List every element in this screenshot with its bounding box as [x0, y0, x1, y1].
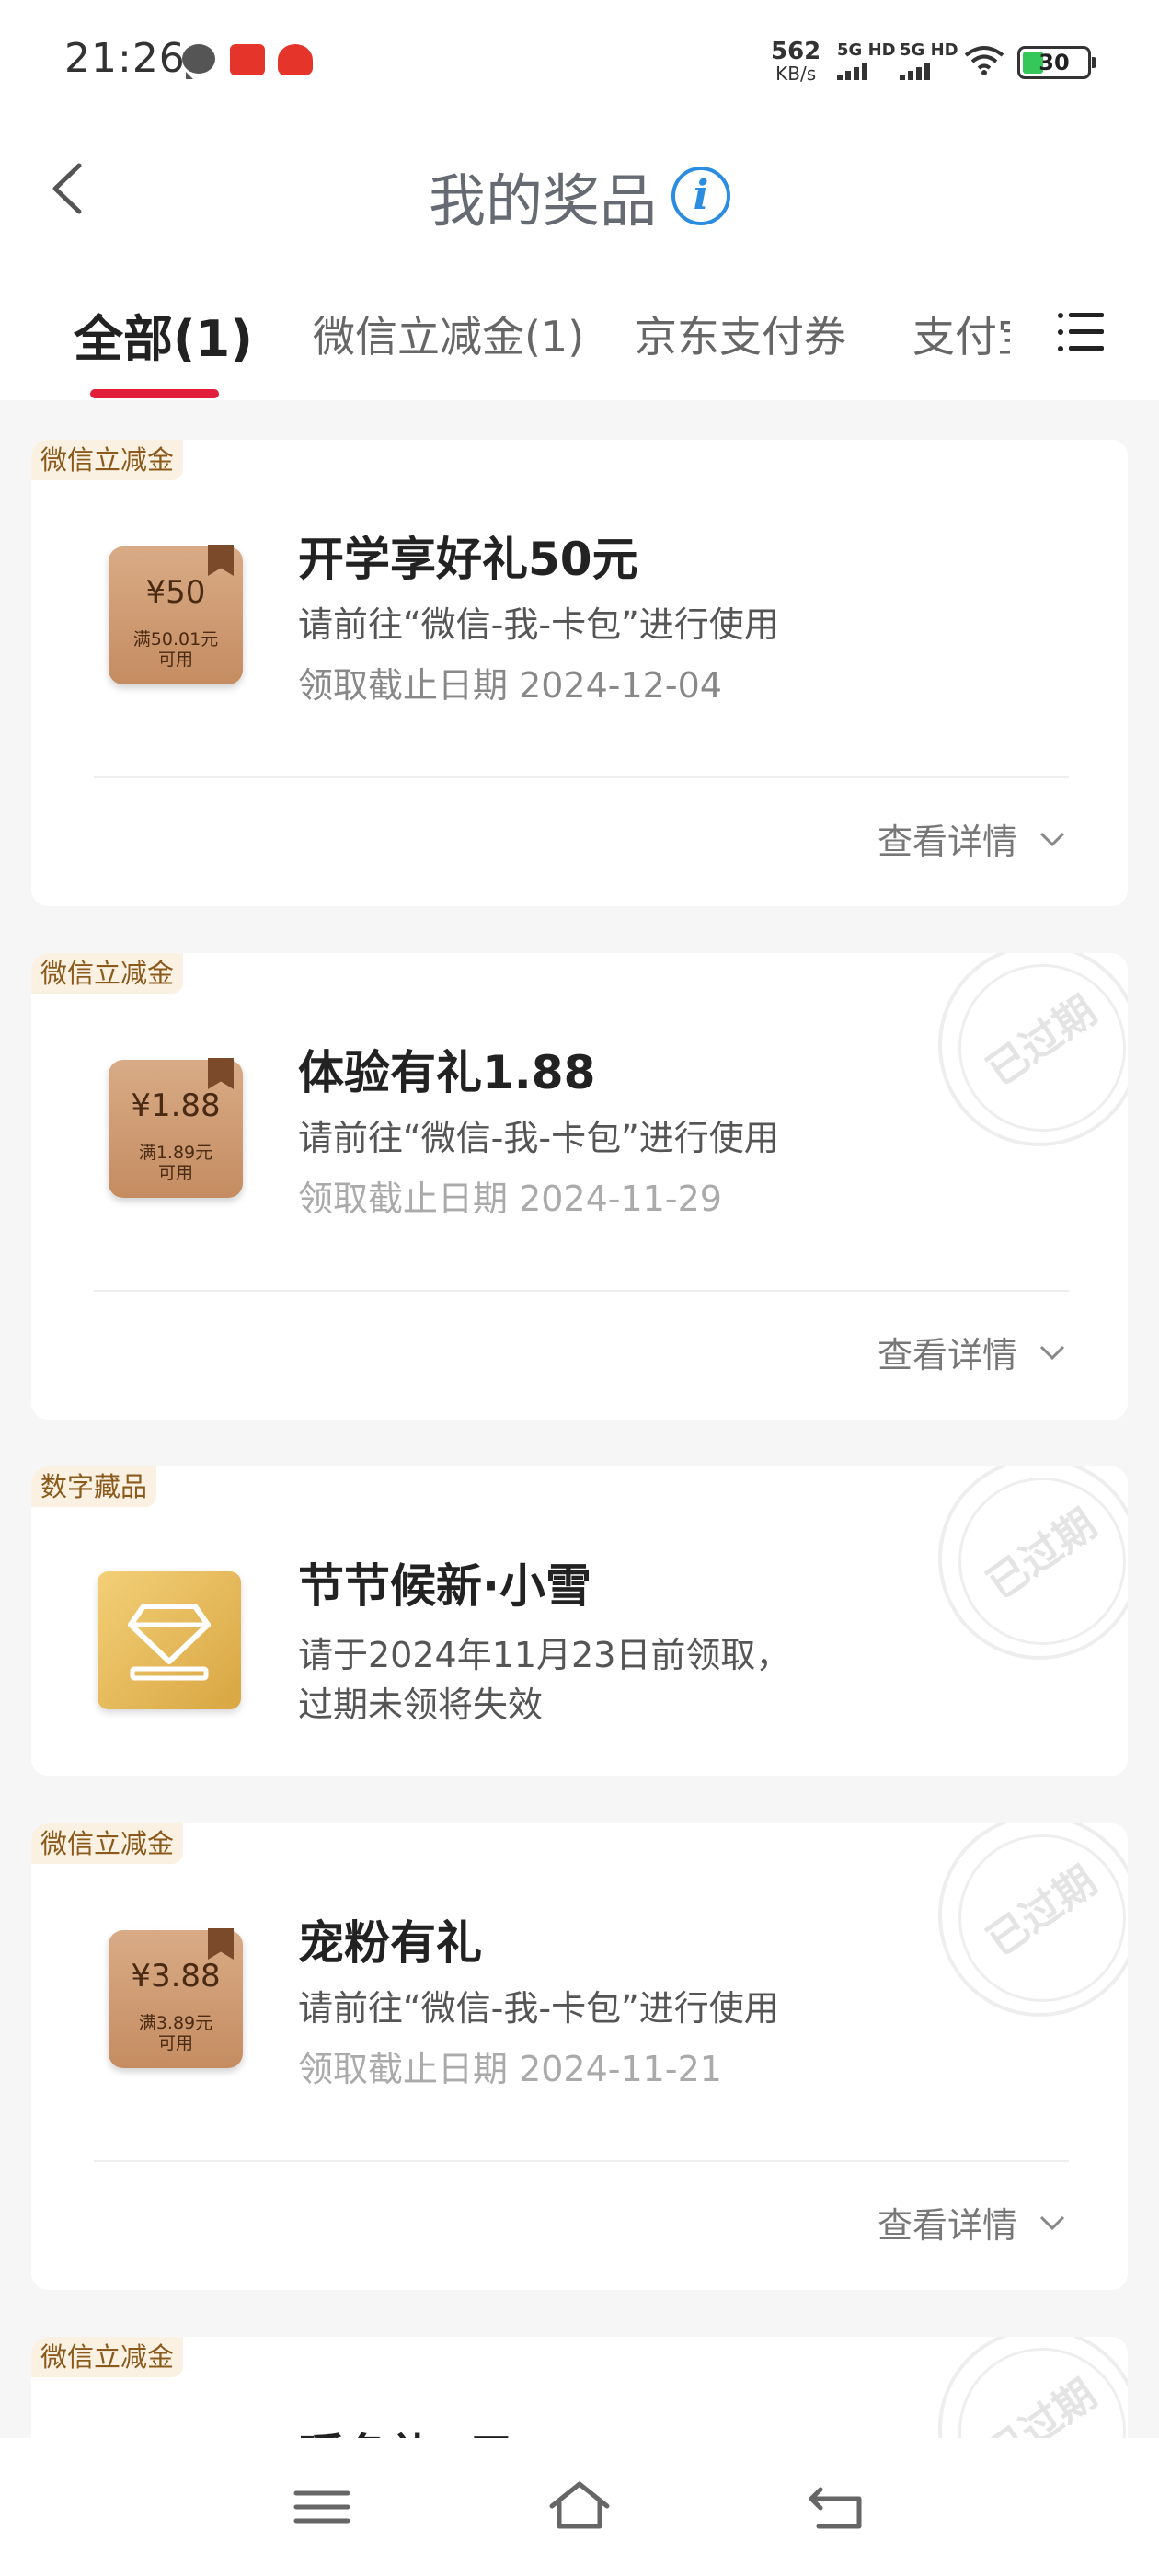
coupon-amount: ¥3.88 — [131, 1958, 221, 1995]
coupon-icon: ¥1.88 满1.89元 可用 — [109, 1058, 243, 1198]
battery-icon: 30 — [1017, 46, 1096, 79]
prize-type-tag: 数字藏品 — [31, 1466, 157, 1507]
view-details-label: 查看详情 — [877, 1335, 1017, 1375]
prize-card: 微信立减金 ¥50 满50.01元 可用 开学享好礼50元 请前往“微信-我-卡… — [31, 440, 1128, 906]
page-title: 我的奖品 — [428, 167, 657, 235]
signal-label-1: 5G HD — [837, 40, 896, 60]
category-tabs: 全部(1) 微信立减金(1) 京东支付券 支付宝 — [0, 258, 1159, 400]
prize-description: 请前往“微信-我-卡包”进行使用 — [298, 604, 779, 645]
app-notification-icon-2 — [278, 44, 313, 75]
tab-wechat-discount[interactable]: 微信立减金(1) — [313, 304, 584, 364]
signal-icon-1: 5G HD — [837, 40, 896, 80]
view-details-button[interactable]: 查看详情 — [878, 1327, 1065, 1377]
coupon-amount: ¥50 — [145, 574, 206, 611]
coupon-condition: 满50.01元 — [132, 629, 219, 650]
prize-type-tag: 微信立减金 — [31, 1823, 184, 1864]
active-tab-indicator — [90, 389, 219, 398]
prize-type-tag: 微信立减金 — [31, 953, 184, 994]
view-details-button[interactable]: 查看详情 — [878, 2197, 1065, 2248]
page-header: 我的奖品 i — [0, 120, 1159, 258]
signal-label-2: 5G HD — [900, 40, 958, 60]
view-details-button[interactable]: 查看详情 — [878, 813, 1065, 864]
status-time: 21:26 — [64, 35, 186, 82]
prize-title: 体验有礼1.88 — [298, 1046, 596, 1099]
back-nav-icon[interactable] — [800, 2475, 874, 2539]
divider — [94, 776, 1069, 778]
expired-stamp-text: 已过期 — [978, 986, 1106, 1096]
network-speed-value: 562 — [771, 38, 821, 65]
prize-type-tag: 微信立减金 — [31, 440, 184, 480]
prize-card: 已过期 数字藏品 节节候新·小雪 请于2024年11月23日前领取， 过期未领将… — [31, 1466, 1128, 1776]
expired-stamp: 已过期 — [938, 953, 1128, 1146]
prize-description: 请前往“微信-我-卡包”进行使用 — [298, 1988, 779, 2029]
battery-level: 30 — [1039, 50, 1070, 75]
prize-description: 请于2024年11月23日前领取， — [298, 1635, 791, 1675]
recent-apps-icon[interactable] — [285, 2475, 359, 2539]
chevron-down-icon — [1039, 1345, 1065, 1360]
prize-type-tag: 微信立减金 — [31, 2337, 184, 2377]
page-title-wrap: 我的奖品 i — [0, 155, 1159, 237]
wifi-icon — [964, 46, 1004, 75]
chevron-down-icon — [1039, 2215, 1065, 2230]
app-notification-icon — [230, 44, 265, 75]
digital-collectible-icon — [98, 1571, 241, 1709]
coupon-icon: ¥50 满50.01元 可用 — [109, 545, 243, 684]
tab-alipay[interactable]: 支付宝 — [912, 304, 1010, 364]
expired-stamp-text: 已过期 — [978, 1857, 1106, 1966]
signal-icon-2: 5G HD — [900, 40, 958, 80]
prize-description-line2: 过期未领将失效 — [298, 1685, 544, 1725]
coupon-amount: ¥1.88 — [131, 1087, 221, 1124]
prize-deadline: 领取截止日期 2024-11-29 — [298, 1179, 722, 1219]
tab-alipay-clip: 支付宝 — [911, 294, 1010, 368]
prize-card: 已过期 微信立减金 ¥1.88 满1.89元 可用 体验有礼1.88 请前往“微… — [31, 953, 1128, 1420]
coupon-condition-usable: 可用 — [157, 2033, 193, 2053]
prize-description: 请前往“微信-我-卡包”进行使用 — [298, 1118, 779, 1158]
menu-icon[interactable] — [1058, 311, 1104, 353]
home-icon[interactable] — [543, 2475, 616, 2539]
divider — [94, 1290, 1069, 1292]
coupon-icon: ¥3.88 满3.89元 可用 — [109, 1928, 243, 2068]
coupon-condition-usable: 可用 — [157, 1163, 193, 1183]
system-nav-bar — [0, 2438, 1159, 2576]
status-bar: 21:26 562 KB/s 5G HD 5G HD 30 — [0, 0, 1159, 120]
chevron-down-icon — [1039, 832, 1065, 846]
prize-card: 已过期 微信立减金 ¥3.88 满3.89元 可用 宠粉有礼 请前往“微信-我-… — [31, 1823, 1128, 2290]
message-icon — [182, 44, 215, 79]
tab-jd-pay-coupon[interactable]: 京东支付券 — [635, 304, 846, 364]
view-details-label: 查看详情 — [877, 2205, 1017, 2246]
prize-title: 宠粉有礼 — [298, 1916, 482, 1970]
coupon-condition: 满1.89元 — [138, 1143, 213, 1163]
network-speed: 562 KB/s — [771, 40, 820, 85]
prize-title: 节节候新·小雪 — [298, 1559, 591, 1613]
prize-title: 开学享好礼50元 — [298, 533, 638, 586]
expired-stamp: 已过期 — [938, 1823, 1128, 2017]
expired-stamp: 已过期 — [938, 1466, 1128, 1660]
prize-deadline: 领取截止日期 2024-11-21 — [298, 2049, 722, 2089]
prize-deadline: 领取截止日期 2024-12-04 — [298, 665, 722, 706]
divider — [94, 2160, 1069, 2162]
coupon-condition: 满3.89元 — [138, 2013, 213, 2033]
coupon-condition-usable: 可用 — [157, 650, 193, 670]
info-icon[interactable]: i — [671, 167, 730, 225]
tab-all[interactable]: 全部(1) — [74, 298, 253, 371]
network-speed-unit: KB/s — [775, 63, 817, 85]
view-details-label: 查看详情 — [877, 822, 1017, 862]
expired-stamp-text: 已过期 — [978, 1500, 1106, 1609]
